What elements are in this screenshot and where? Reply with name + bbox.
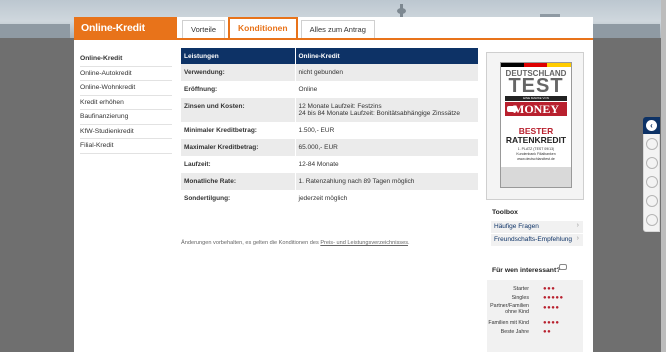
table-header: Online-Kredit [294,48,478,64]
pdf-icon[interactable] [646,214,658,226]
phone-icon[interactable] [646,138,658,150]
audience-label: Singles [511,295,529,301]
brand-title: Online-Kredit [74,17,177,39]
audience-label: Starter [513,286,529,292]
row-value: 1.500,- EUR [294,122,478,139]
row-value: 12 Monate Laufzeit: Festzins 24 bis 84 M… [294,98,478,122]
row-value: jederzeit möglich [294,190,478,207]
german-flag-icon [501,63,571,67]
toolbox-item-referral[interactable]: Freundschafts-Empfehlung › [491,234,583,246]
sidebar-nav: Online-Kredit Online-Autokredit Online-W… [80,52,172,154]
at-icon[interactable] [646,195,658,207]
table-row: Zinsen und Kosten: 12 Monate Laufzeit: F… [181,98,478,122]
magazine-name: MONEY [513,102,559,116]
table-row: Maximaler Kreditbetrag: 65.000,- EUR [181,139,478,156]
audience-label: Beste Jahre [500,329,529,335]
tab-konditionen[interactable]: Konditionen [228,17,298,39]
row-label: Maximaler Kreditbetrag: [181,139,295,156]
row-label: Laufzeit: [184,161,211,168]
rating-dots: ●●●●● [543,295,564,301]
seal-line3: EINE MARKE VON [505,96,567,101]
audience-title: Für wen interessant? [492,267,561,274]
chevron-right-icon: › [576,235,579,242]
toolbox-item-label: Häufige Fragen [494,223,539,230]
rating-dots: ●●●● [543,320,560,326]
sidebar-item-online-kredit[interactable]: Online-Kredit [80,52,172,67]
sidebar-item-kfw-studienkredit[interactable]: KfW-Studienkredit [80,125,172,139]
table-row: Laufzeit: 12-84 Monate [181,156,478,173]
seal-detail3: www.deutschlandtest.de [517,157,555,161]
table-row: Eröffnung: Online [181,81,478,98]
seal-detail2: Kundenbank Filialbanken [516,152,556,156]
row-value: 1. Ratenzahlung nach 89 Tagen möglich [294,173,478,190]
table-row: Monatliche Rate: 1. Ratenzahlung nach 89… [181,173,478,190]
tab-bar: Vorteile Konditionen Alles zum Antrag [182,17,378,39]
conditions-table: Leistungen Online-Kredit Verwendung: nic… [181,48,478,207]
rating-dots: ●● [543,329,552,335]
toolbox-item-label: Freundschafts-Empfehlung [494,236,573,243]
row-value: 12-84 Monate [294,156,478,173]
magazine-logo: MONEY [505,102,567,116]
sidebar-item-online-autokredit[interactable]: Online-Autokredit [80,67,172,81]
audience-label: Partner/Familien ohne Kind [490,303,529,315]
seal-detail1: 1. PLATZ (TEST 09/13) [517,147,555,151]
seal-line2: TEST [508,75,564,97]
sidebar-item-filial-kredit[interactable]: Filial-Kredit [80,139,172,154]
rating-dots: ●●●● [543,305,560,311]
toolbox-title: Toolbox [492,209,518,216]
rating-dots: ●●● [543,286,556,292]
footnote-end: . [408,240,410,246]
table-header-row: Leistungen Online-Kredit [181,48,478,64]
row-label: Sondertilgung: [184,195,231,202]
row-label: Monatliche Rate: [181,173,295,190]
row-value-line: 24 bis 84 Monate Laufzeit: Bonitätsabhän… [298,110,461,117]
panel-toggle-button[interactable]: ‹ [643,117,660,134]
tab-underline [74,38,593,40]
row-value-line: 12 Monate Laufzeit: Festzins [298,103,382,110]
sidebar-item-online-wohnkredit[interactable]: Online-Wohnkredit [80,81,172,96]
chevron-left-icon: ‹ [646,120,657,131]
row-label: Minimaler Kreditbetrag: [184,127,257,134]
row-label: Verwendung: [181,64,295,81]
row-value: 65.000,- EUR [294,139,478,156]
row-value: Online [294,81,478,98]
audience-label: Familien mit Kind [488,320,529,326]
footnote-text: Änderungen vorbehalten, es gelten die Ko… [181,240,321,246]
tab-vorteile[interactable]: Vorteile [182,20,226,39]
sidebar-item-baufinanzierung[interactable]: Baufinanzierung [80,110,172,125]
table-header: Leistungen [181,48,295,64]
seal-award2: RATENKREDIT [505,135,567,145]
chevron-right-icon: › [576,222,579,229]
price-list-link[interactable]: Preis- und Leistungsverzeichnisses [320,240,408,246]
chat-icon[interactable] [646,157,658,169]
row-label: Zinsen und Kosten: [181,98,295,122]
award-seal[interactable]: DEUTSCHLAND TEST EINE MARKE VON MONEY BE… [500,62,572,188]
toolbox-item-faq[interactable]: Häufige Fragen › [491,221,583,233]
footnote: Änderungen vorbehalten, es gelten die Ko… [181,240,410,246]
table-row: Sondertilgung: jederzeit möglich [181,190,478,207]
sidebar-item-kredit-erhoehen[interactable]: Kredit erhöhen [80,96,172,110]
row-label: Eröffnung: [184,86,218,93]
scrollbar[interactable] [661,0,666,352]
row-value: nicht gebunden [294,64,478,81]
tab-alles-zum-antrag[interactable]: Alles zum Antrag [300,20,375,39]
table-row: Verwendung: nicht gebunden [181,64,478,81]
table-row: Minimaler Kreditbetrag: 1.500,- EUR [181,122,478,139]
seal-footer-bar [501,167,571,187]
speech-bubble-icon[interactable] [559,264,567,270]
people-icon[interactable] [646,176,658,188]
